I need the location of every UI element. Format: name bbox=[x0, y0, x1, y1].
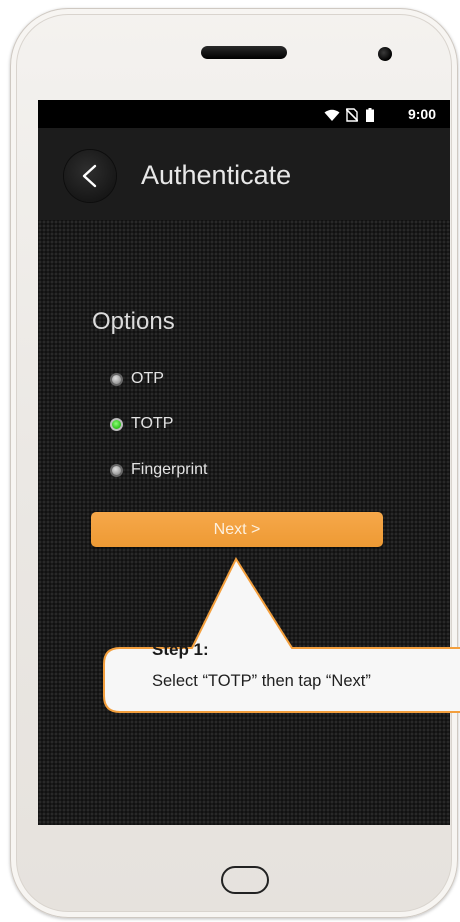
radio-otp[interactable] bbox=[110, 372, 123, 386]
option-label-fingerprint: Fingerprint bbox=[131, 461, 208, 478]
next-button[interactable]: Next > bbox=[91, 512, 383, 547]
option-label-otp: OTP bbox=[131, 370, 164, 387]
speaker-grille bbox=[201, 46, 287, 59]
app-bar: Authenticate bbox=[38, 128, 450, 220]
option-label-totp: TOTP bbox=[131, 415, 174, 432]
option-fingerprint[interactable]: Fingerprint bbox=[110, 459, 207, 481]
back-chevron-icon bbox=[82, 164, 97, 188]
home-button[interactable] bbox=[221, 866, 269, 894]
status-bar: 9:00 bbox=[38, 100, 450, 128]
option-otp[interactable]: OTP bbox=[110, 368, 164, 390]
page-title: Authenticate bbox=[141, 160, 292, 190]
radio-totp[interactable] bbox=[110, 417, 123, 431]
phone-screen: 9:00 Authenticate Options OTP TOTP Finge… bbox=[38, 100, 450, 825]
battery-icon bbox=[366, 107, 374, 126]
callout-instruction: Select “TOTP” then tap “Next” bbox=[152, 672, 371, 690]
options-heading: Options bbox=[92, 308, 175, 335]
option-totp[interactable]: TOTP bbox=[110, 413, 173, 435]
status-time: 9:00 bbox=[407, 106, 436, 122]
back-button[interactable] bbox=[64, 150, 116, 202]
callout-step-label: Step 1: bbox=[152, 640, 209, 659]
front-camera bbox=[378, 47, 392, 61]
no-sim-icon bbox=[345, 107, 359, 126]
radio-fingerprint[interactable] bbox=[110, 463, 123, 477]
wifi-icon bbox=[324, 107, 340, 126]
